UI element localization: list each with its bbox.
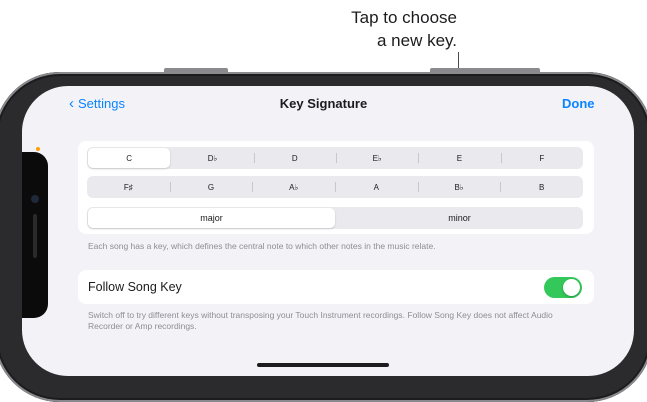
callout-text: Tap to choose a new key.: [351, 6, 457, 52]
callout-line-1: Tap to choose: [351, 8, 457, 27]
key-row-1: C D♭ D E♭ E F: [87, 147, 583, 169]
key-button-a[interactable]: A: [335, 176, 418, 198]
key-button-c[interactable]: C: [88, 148, 171, 168]
toggle-knob: [563, 279, 580, 296]
key-button-f[interactable]: F: [500, 147, 583, 169]
key-button-f-sharp[interactable]: F♯: [87, 176, 170, 198]
key-button-d-flat[interactable]: D♭: [171, 147, 253, 169]
page-title: Key Signature: [279, 96, 368, 111]
mode-major-button[interactable]: major: [88, 208, 335, 228]
mode-minor-button[interactable]: minor: [336, 207, 583, 229]
mode-segmented-control: major minor: [87, 207, 583, 229]
key-selector-card: C D♭ D E♭ E F F♯ G A♭ A B♭ B major minor: [78, 141, 594, 234]
key-button-b-flat[interactable]: B♭: [417, 176, 501, 198]
camera-icon: [31, 195, 39, 203]
home-indicator[interactable]: [257, 363, 389, 367]
key-button-e-flat[interactable]: E♭: [335, 147, 418, 169]
key-caption: Each song has a key, which defines the c…: [88, 241, 436, 251]
done-button[interactable]: Done: [562, 96, 595, 111]
key-button-g[interactable]: G: [169, 176, 253, 198]
key-button-a-flat[interactable]: A♭: [252, 176, 335, 198]
follow-song-key-toggle[interactable]: [544, 277, 582, 298]
status-dot: [36, 147, 40, 151]
follow-song-key-row: Follow Song Key: [78, 270, 594, 304]
key-button-d[interactable]: D: [253, 147, 336, 169]
notch: [22, 152, 48, 318]
key-button-e[interactable]: E: [418, 147, 500, 169]
follow-song-key-label: Follow Song Key: [88, 280, 182, 294]
follow-song-key-caption: Switch off to try different keys without…: [88, 310, 553, 331]
key-row-2: F♯ G A♭ A B♭ B: [87, 176, 583, 198]
key-button-b[interactable]: B: [500, 176, 583, 198]
callout-line-2: a new key.: [376, 31, 457, 50]
speaker-grille: [33, 214, 37, 258]
